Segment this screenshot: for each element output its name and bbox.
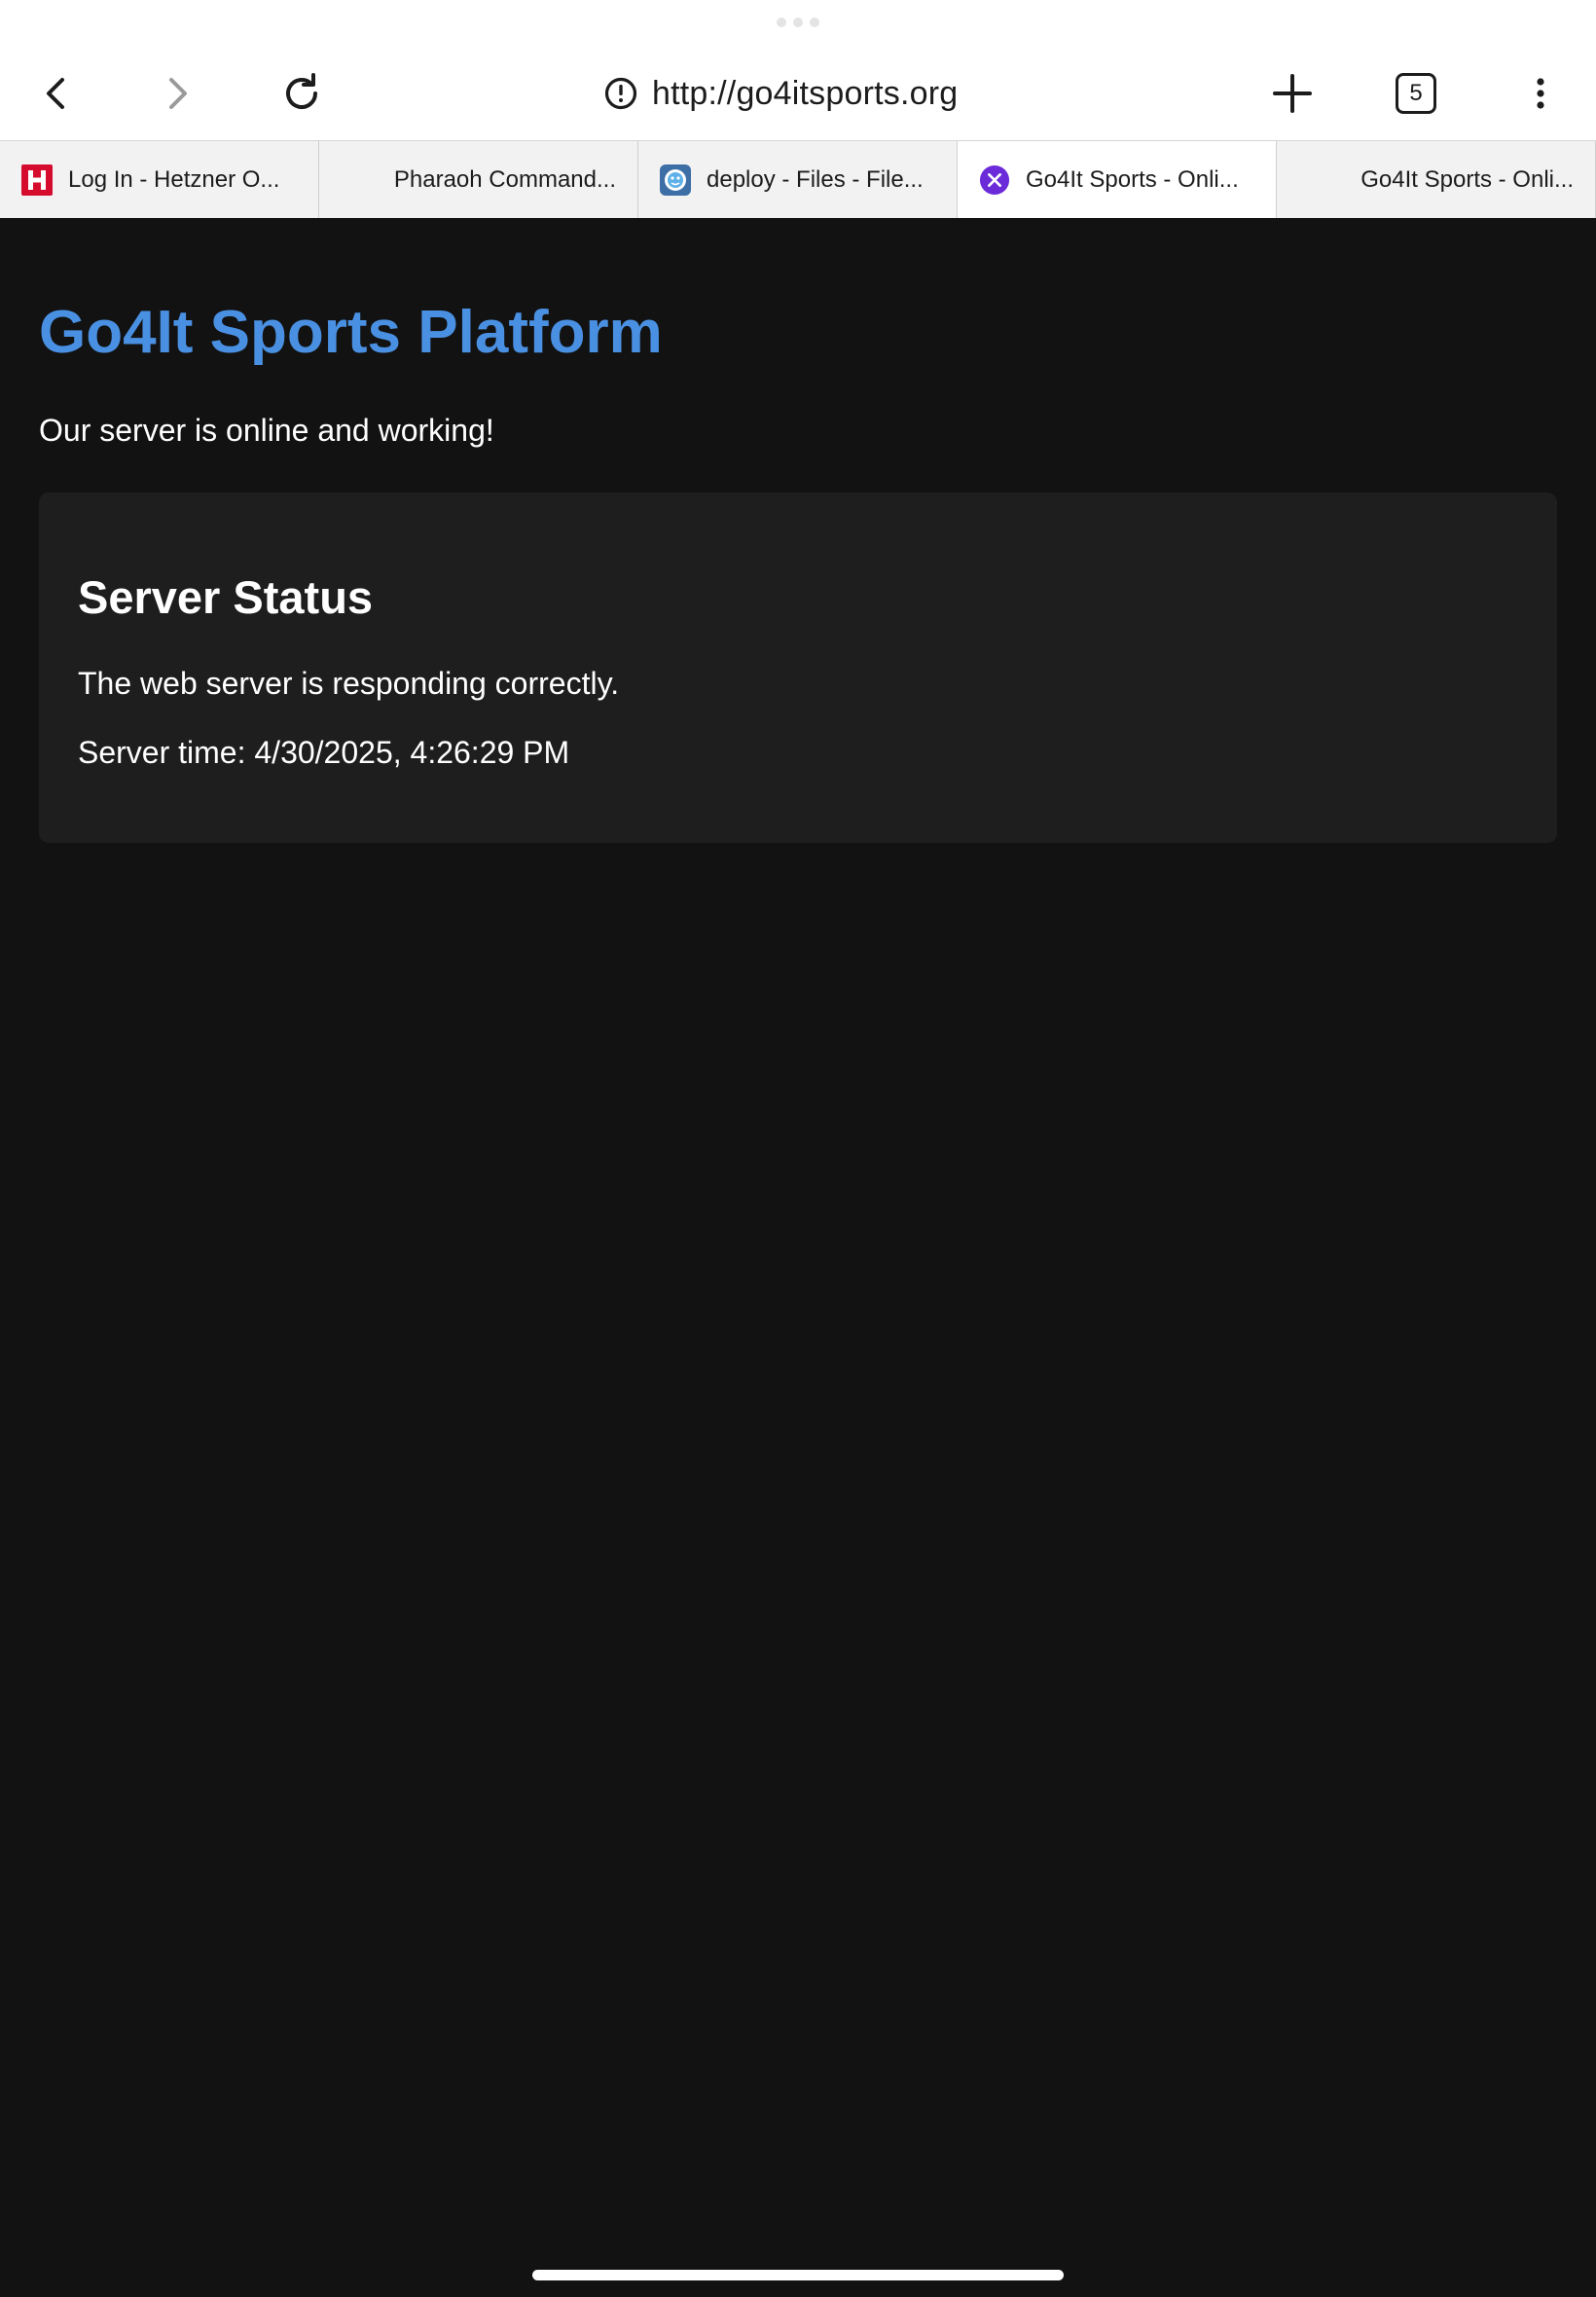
- tab-pharaoh[interactable]: Pharaoh Command...: [319, 141, 638, 219]
- address-bar[interactable]: http://go4itsports.org: [603, 51, 1012, 136]
- info-alert-icon[interactable]: [603, 76, 638, 111]
- plus-icon: [1273, 74, 1312, 113]
- menu-button[interactable]: [1498, 51, 1583, 136]
- tab-switcher-button[interactable]: 5: [1373, 51, 1459, 136]
- url-text[interactable]: http://go4itsports.org: [652, 75, 958, 113]
- page-title: Go4It Sports Platform: [39, 299, 663, 366]
- tab-strip: Log In - Hetzner O... Pharaoh Command...…: [0, 140, 1596, 219]
- card-heading: Server Status: [78, 571, 374, 623]
- back-button[interactable]: [14, 51, 99, 136]
- tab-count-icon: 5: [1396, 73, 1436, 114]
- tab-count: 5: [1409, 80, 1423, 106]
- tab-title: Pharaoh Command...: [393, 166, 616, 193]
- forward-button[interactable]: [134, 51, 220, 136]
- multitasking-handle[interactable]: [777, 18, 819, 27]
- tab-title: deploy - Files - File...: [707, 166, 924, 193]
- tab-title: Go4It Sports - Onli...: [1026, 166, 1239, 193]
- page-subtitle: Our server is online and working!: [39, 413, 494, 448]
- reload-button[interactable]: [259, 51, 345, 136]
- chevron-left-icon: [47, 78, 64, 109]
- browser-chrome: http://go4itsports.org 5 Log In - Hetzne…: [0, 0, 1596, 219]
- tab-hetzner[interactable]: Log In - Hetzner O...: [0, 141, 319, 219]
- server-time: Server time: 4/30/2025, 4:26:29 PM: [78, 735, 570, 770]
- hetzner-icon: [21, 164, 53, 196]
- tab-title: Go4It Sports - Onli...: [1360, 166, 1574, 193]
- filebrowser-icon: [660, 164, 691, 196]
- new-tab-button[interactable]: [1250, 51, 1335, 136]
- web-page: Go4It Sports Platform Our server is onli…: [0, 218, 1596, 2297]
- reload-icon: [286, 73, 317, 109]
- server-status-card: Server Status The web server is respondi…: [39, 492, 1557, 843]
- tab-go4it[interactable]: Go4It Sports - Onli...: [1277, 141, 1596, 219]
- close-tab-icon[interactable]: [979, 164, 1010, 196]
- browser-toolbar: http://go4itsports.org 5: [0, 51, 1596, 136]
- status-message: The web server is responding correctly.: [78, 666, 620, 701]
- tab-deploy-files[interactable]: deploy - Files - File...: [638, 141, 958, 219]
- home-indicator[interactable]: [532, 2270, 1064, 2280]
- more-vertical-icon: [1537, 78, 1544, 109]
- tab-title: Log In - Hetzner O...: [68, 166, 280, 193]
- tab-go4it-active[interactable]: Go4It Sports - Onli...: [958, 141, 1277, 219]
- chevron-right-icon: [169, 78, 187, 109]
